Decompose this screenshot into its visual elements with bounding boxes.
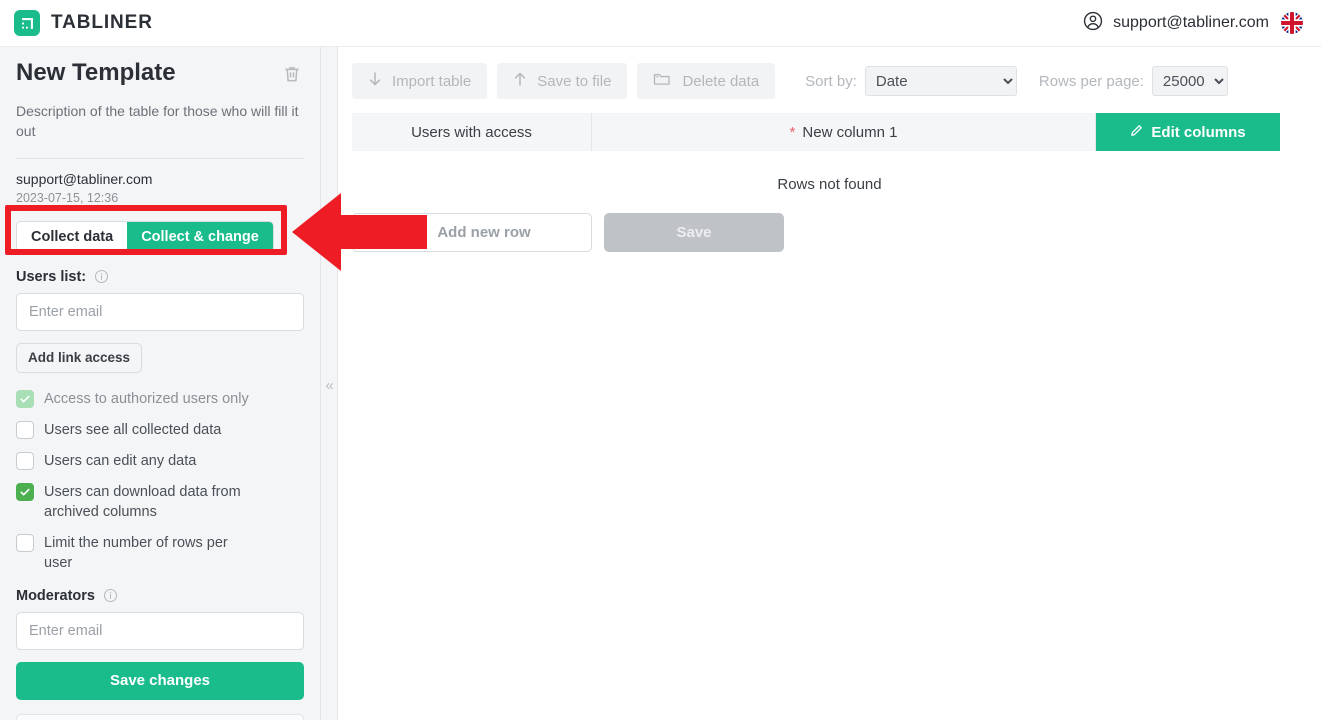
checkbox-label: Users see all collected data bbox=[44, 421, 222, 438]
chevron-double-left-icon[interactable]: « bbox=[322, 373, 337, 397]
table-grid-icon bbox=[14, 10, 40, 36]
table-header-row: Users with access * New column 1 Edit co… bbox=[352, 113, 1280, 151]
brand-logo[interactable]: TABLINER bbox=[14, 10, 153, 36]
checkbox-label: Users can edit any data bbox=[44, 452, 197, 469]
save-rows-button[interactable]: Save bbox=[604, 213, 784, 252]
permission-checkbox-list: Access to authorized users only Users se… bbox=[0, 373, 320, 573]
sidebar-bottom-panel[interactable] bbox=[16, 713, 304, 720]
save-to-file-button[interactable]: Save to file bbox=[497, 63, 628, 99]
rows-per-page-group: Rows per page: 25000 bbox=[1039, 66, 1228, 96]
mode-toggle-group: Collect data Collect & change bbox=[0, 205, 320, 253]
checkbox-users-can-download-archived[interactable] bbox=[16, 482, 34, 501]
required-marker: * bbox=[789, 123, 796, 141]
arrow-down-icon bbox=[368, 71, 382, 91]
top-bar-right: support@tabliner.com bbox=[1082, 10, 1303, 37]
user-email: support@tabliner.com bbox=[1113, 14, 1269, 31]
page-title: New Template bbox=[16, 59, 176, 86]
info-circle-icon[interactable] bbox=[94, 269, 109, 284]
delete-data-label: Delete data bbox=[682, 72, 760, 90]
tab-collect-data[interactable]: Collect data bbox=[17, 222, 127, 252]
save-changes-button[interactable]: Save changes bbox=[16, 661, 304, 700]
column-title: New column 1 bbox=[802, 123, 898, 141]
save-to-file-label: Save to file bbox=[537, 72, 612, 90]
checkbox-row[interactable]: Access to authorized users only bbox=[16, 389, 304, 409]
column-header-users-with-access[interactable]: Users with access bbox=[352, 113, 592, 151]
brand-name: TABLINER bbox=[51, 12, 153, 33]
checkbox-row[interactable]: Users can download data from archived co… bbox=[16, 482, 304, 522]
checkbox-row[interactable]: Users see all collected data bbox=[16, 420, 304, 440]
checkbox-access-authorized-only[interactable] bbox=[16, 389, 34, 408]
sort-group: Sort by: Date bbox=[805, 66, 1017, 96]
top-bar: TABLINER support@tabliner.com bbox=[0, 0, 1321, 47]
trash-icon[interactable] bbox=[282, 63, 304, 87]
checkbox-row[interactable]: Limit the number of rows per user bbox=[16, 533, 304, 573]
moderators-label-row: Moderators bbox=[0, 584, 320, 604]
users-list-label-row: Users list: bbox=[0, 253, 320, 285]
import-table-label: Import table bbox=[392, 72, 472, 90]
users-list-email-input[interactable] bbox=[16, 292, 304, 331]
delete-data-button[interactable]: Delete data bbox=[637, 63, 776, 99]
checkbox-row[interactable]: Users can edit any data bbox=[16, 451, 304, 471]
checkbox-users-see-all-data[interactable] bbox=[16, 420, 34, 439]
template-sidebar: New Template Description of the table fo… bbox=[0, 47, 320, 720]
owner-email: support@tabliner.com bbox=[16, 170, 153, 187]
checkbox-label: Access to authorized users only bbox=[44, 390, 249, 407]
pencil-icon bbox=[1130, 124, 1143, 141]
mode-toggle: Collect data Collect & change bbox=[16, 220, 274, 253]
uk-flag-icon[interactable] bbox=[1281, 12, 1303, 34]
template-header: New Template bbox=[0, 47, 320, 87]
tab-collect-and-change[interactable]: Collect & change bbox=[127, 221, 273, 252]
app-root: TABLINER support@tabliner.com New Templa… bbox=[0, 0, 1321, 720]
empty-state-message: Rows not found bbox=[777, 176, 882, 193]
checkbox-label: Users can download data from archived co… bbox=[44, 483, 241, 520]
column-title: Users with access bbox=[411, 123, 532, 141]
plus-icon bbox=[413, 224, 427, 242]
sort-by-label: Sort by: bbox=[805, 72, 857, 90]
import-table-button[interactable]: Import table bbox=[352, 63, 488, 99]
edit-columns-button[interactable]: Edit columns bbox=[1096, 113, 1280, 151]
owner-timestamp: 2023-07-15, 12:36 bbox=[16, 190, 119, 205]
edit-columns-label: Edit columns bbox=[1151, 123, 1246, 141]
rows-per-page-select[interactable]: 25000 bbox=[1151, 66, 1228, 96]
template-description: Description of the table for those who w… bbox=[16, 103, 299, 140]
add-new-row-label: Add new row bbox=[437, 224, 531, 241]
moderators-label: Moderators bbox=[16, 587, 95, 604]
main-panel: Import table Save to file Delete data So… bbox=[338, 47, 1321, 720]
moderators-email-input[interactable] bbox=[16, 611, 304, 650]
users-list-label: Users list: bbox=[16, 268, 87, 285]
folder-icon bbox=[653, 71, 672, 91]
rows-per-page-label: Rows per page: bbox=[1038, 72, 1144, 90]
owner-block: support@tabliner.com 2023-07-15, 12:36 bbox=[0, 159, 320, 205]
table-toolbar: Import table Save to file Delete data So… bbox=[338, 47, 1321, 99]
checkbox-label: Limit the number of rows per user bbox=[44, 534, 228, 571]
user-circle-icon bbox=[1082, 10, 1104, 37]
checkbox-users-can-edit-any-data[interactable] bbox=[16, 451, 34, 470]
account-menu[interactable]: support@tabliner.com bbox=[1082, 10, 1269, 37]
arrow-up-icon bbox=[513, 71, 527, 91]
add-new-row-button[interactable]: Add new row bbox=[352, 213, 592, 252]
add-link-access-button[interactable]: Add link access bbox=[16, 342, 143, 373]
info-circle-icon[interactable] bbox=[103, 588, 118, 603]
checkbox-limit-rows-per-user[interactable] bbox=[16, 533, 34, 552]
sort-by-select[interactable]: Date bbox=[864, 66, 1017, 96]
row-action-buttons: Add new row Save bbox=[352, 213, 1321, 252]
column-header-new-column-1[interactable]: * New column 1 bbox=[592, 113, 1096, 151]
